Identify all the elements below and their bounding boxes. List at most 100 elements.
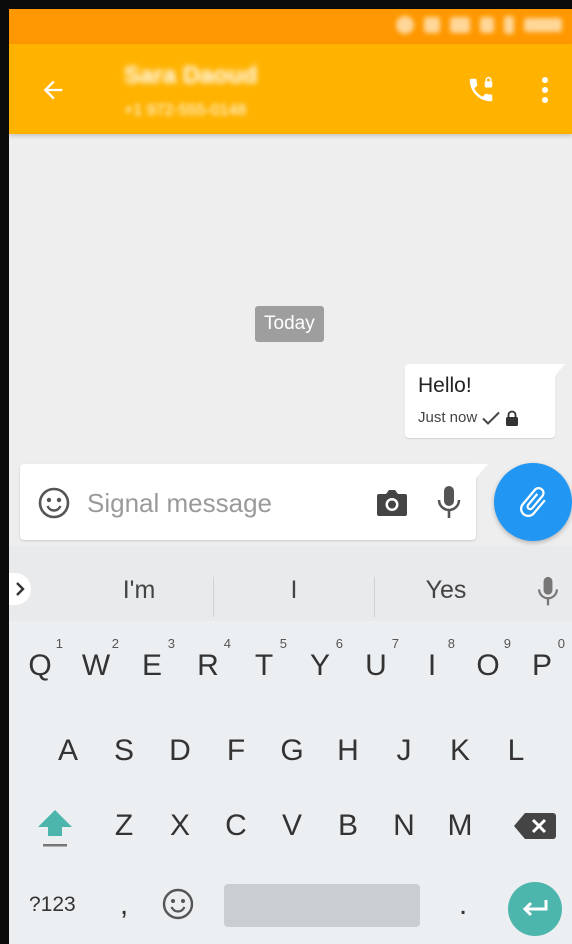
status-icon — [396, 16, 414, 34]
enter-key[interactable] — [508, 882, 562, 936]
paperclip-icon — [520, 487, 546, 518]
key-hint: 3 — [167, 636, 175, 651]
wifi-icon — [450, 17, 470, 33]
app-window: Sara Daoud +1 972-555-0148 Today Hello! … — [9, 9, 572, 944]
key-v[interactable]: V — [267, 809, 317, 843]
key-hint: 4 — [223, 636, 231, 651]
key-u[interactable]: U7 — [351, 636, 401, 683]
mic-icon — [437, 486, 461, 518]
suggestion-strip: I'm I Yes — [9, 546, 572, 621]
period-key[interactable]: . — [453, 888, 473, 922]
lock-icon — [506, 410, 519, 426]
key-h[interactable]: H — [323, 734, 373, 768]
message-meta: Just now — [418, 409, 519, 426]
key-m[interactable]: M — [435, 809, 485, 843]
compose-bar — [20, 464, 488, 540]
key-label: Y — [309, 649, 330, 682]
key-hint: 1 — [55, 636, 63, 651]
status-bar — [9, 9, 572, 44]
key-n[interactable]: N — [379, 809, 429, 843]
key-y[interactable]: Y6 — [295, 636, 345, 683]
key-label: T — [254, 649, 274, 682]
key-o[interactable]: O9 — [463, 636, 513, 683]
emoji-key-icon[interactable] — [161, 887, 195, 921]
date-divider: Today — [255, 306, 324, 342]
key-d[interactable]: D — [155, 734, 205, 768]
symbols-key[interactable]: ?123 — [29, 893, 76, 917]
key-label: P — [531, 649, 552, 682]
key-f[interactable]: F — [211, 734, 261, 768]
chevron-right-icon — [16, 582, 25, 596]
key-b[interactable]: B — [323, 809, 373, 843]
key-a[interactable]: A — [43, 734, 93, 768]
key-t[interactable]: T5 — [239, 636, 289, 683]
key-label: E — [141, 649, 162, 682]
key-i[interactable]: I8 — [407, 636, 457, 683]
key-e[interactable]: E3 — [127, 636, 177, 683]
signal-icon — [480, 17, 494, 33]
attach-button[interactable] — [494, 463, 572, 541]
back-button[interactable] — [29, 66, 77, 114]
key-x[interactable]: X — [155, 809, 205, 843]
contact-name[interactable]: Sara Daoud — [124, 62, 257, 90]
more-options-button[interactable] — [525, 68, 565, 112]
keyboard: I'm I Yes Q1 W2 E3 R4 T5 Y6 U7 I8 O9 P0 — [9, 546, 572, 944]
key-hint: 5 — [279, 636, 287, 651]
key-hint: 0 — [557, 636, 565, 651]
key-r[interactable]: R4 — [183, 636, 233, 683]
voice-note-button[interactable] — [434, 484, 464, 522]
emoji-icon[interactable] — [37, 486, 71, 520]
shift-key-icon[interactable] — [35, 806, 75, 850]
suggestion-divider — [213, 577, 214, 617]
key-s[interactable]: S — [99, 734, 149, 768]
key-j[interactable]: J — [379, 734, 429, 768]
bubble-tail — [555, 364, 565, 376]
arrow-left-icon — [43, 80, 63, 100]
key-label: Q — [28, 649, 52, 682]
key-z[interactable]: Z — [99, 809, 149, 843]
key-w[interactable]: W2 — [71, 636, 121, 683]
contact-number: +1 972-555-0148 — [124, 102, 247, 119]
key-label: O — [476, 649, 500, 682]
key-k[interactable]: K — [435, 734, 485, 768]
outgoing-message-bubble[interactable]: Hello! Just now — [405, 364, 565, 438]
comma-key[interactable]: , — [114, 888, 134, 922]
enter-icon — [522, 900, 548, 917]
key-hint: 8 — [447, 636, 455, 651]
suggestion-2[interactable]: I — [234, 576, 354, 605]
screen: Sara Daoud +1 972-555-0148 Today Hello! … — [0, 0, 572, 944]
suggestion-1[interactable]: I'm — [79, 576, 199, 605]
secure-call-icon — [469, 76, 493, 102]
status-icon — [424, 17, 440, 33]
key-label: I — [427, 649, 437, 682]
key-hint: 2 — [111, 636, 119, 651]
space-key[interactable] — [224, 884, 420, 927]
key-g[interactable]: G — [267, 734, 317, 768]
secure-call-button[interactable] — [459, 68, 503, 112]
suggestion-divider — [374, 577, 375, 617]
key-q[interactable]: Q1 — [15, 636, 65, 683]
backspace-icon[interactable] — [513, 809, 557, 843]
expand-suggestions-button[interactable] — [9, 573, 31, 605]
clock-text — [524, 18, 562, 32]
suggestion-3[interactable]: Yes — [386, 576, 506, 605]
key-hint: 9 — [503, 636, 511, 651]
key-label: U — [365, 649, 387, 682]
more-vert-icon — [542, 77, 548, 103]
key-label: W — [81, 649, 111, 682]
camera-button[interactable] — [374, 486, 410, 520]
key-hint: 6 — [335, 636, 343, 651]
check-icon — [482, 411, 500, 425]
key-l[interactable]: L — [491, 734, 541, 768]
key-label: R — [197, 649, 219, 682]
key-hint: 7 — [391, 636, 399, 651]
camera-icon — [377, 490, 407, 516]
compose-tail — [476, 464, 488, 478]
key-p[interactable]: P0 — [517, 636, 567, 683]
toolbar: Sara Daoud +1 972-555-0148 — [9, 44, 572, 134]
key-c[interactable]: C — [211, 809, 261, 843]
message-input[interactable] — [87, 486, 357, 520]
message-time: Just now — [418, 409, 478, 426]
voice-input-icon[interactable] — [537, 576, 559, 608]
status-icons — [396, 16, 562, 34]
